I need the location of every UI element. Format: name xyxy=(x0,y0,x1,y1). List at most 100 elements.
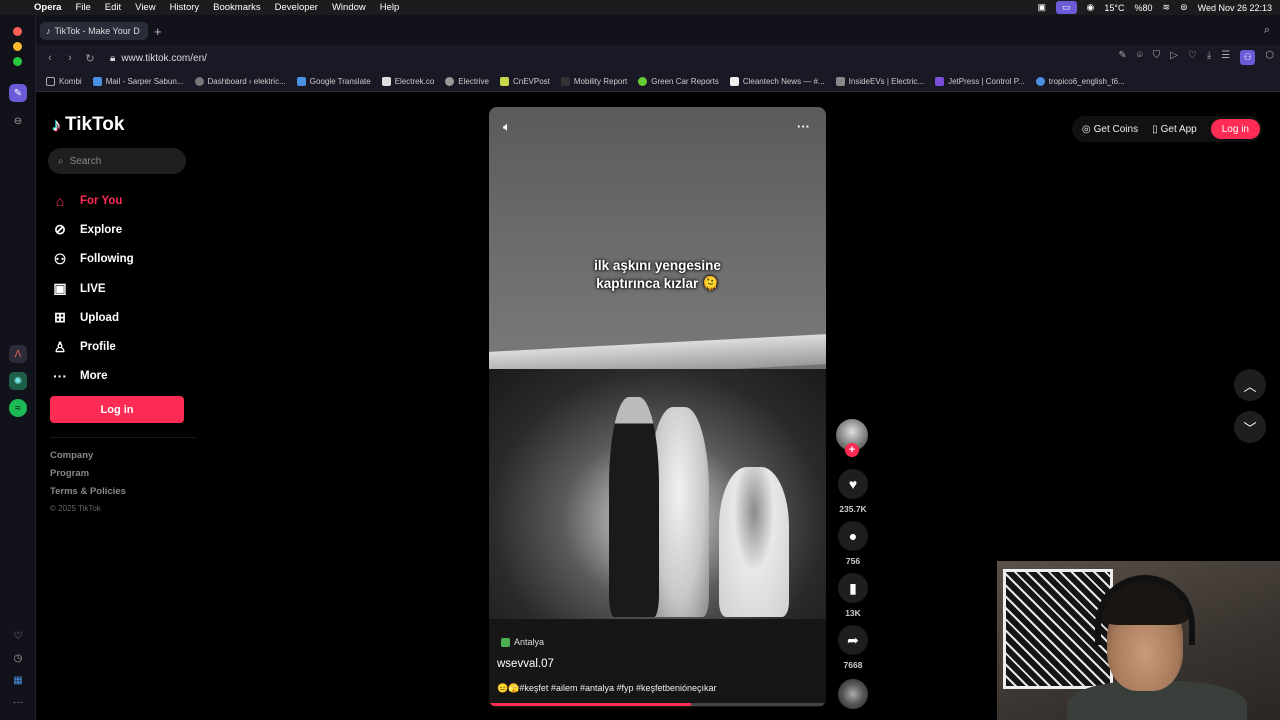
tiktok-logo[interactable]: ♪ TikTok xyxy=(52,114,124,136)
follow-plus-icon[interactable]: + xyxy=(845,443,859,457)
bookmark-item[interactable]: Mail - Sarper Sabun... xyxy=(92,76,184,86)
volume-icon[interactable]: 🔈︎ xyxy=(503,119,511,135)
bookmark-item[interactable]: Electrek.co xyxy=(381,76,434,86)
menu-bookmarks[interactable]: Bookmarks xyxy=(213,2,261,13)
bookmark-item[interactable]: Dashboard ‹ elektric... xyxy=(194,76,286,86)
car-icon[interactable]: ⊖ xyxy=(9,112,27,130)
sidebar-item-profile[interactable]: ♙ Profile xyxy=(52,332,134,361)
sidebar-item-more[interactable]: ··· More xyxy=(52,362,134,391)
menu-app-name[interactable]: Opera xyxy=(34,2,61,13)
bookmarks-bar: Kombi Mail - Sarper Sabun... Dashboard ‹… xyxy=(36,71,1280,92)
share-icon[interactable]: ➦ xyxy=(838,625,868,655)
bookmark-item[interactable]: Electrive xyxy=(445,76,489,86)
sidebar-item-following[interactable]: ⚇ Following xyxy=(52,245,134,274)
more-icon[interactable]: ··· xyxy=(9,693,27,711)
history-icon[interactable]: ◷ xyxy=(9,649,27,667)
bookmark-item[interactable]: Mobility Report xyxy=(560,76,627,86)
screen-record-icon[interactable]: ▭ xyxy=(1056,1,1077,14)
clock-text[interactable]: Wed Nov 26 22:13 xyxy=(1198,3,1272,13)
sidebar-item-live[interactable]: ▣ LIVE xyxy=(52,274,134,303)
new-tab-button[interactable]: + xyxy=(154,24,162,39)
tab-tiktok[interactable]: ♪ TikTok - Make Your D xyxy=(40,22,148,40)
settings-icon[interactable]: ⬡ xyxy=(1265,50,1274,65)
forward-button[interactable]: › xyxy=(60,52,80,64)
bookmark-item[interactable]: JetPress | Control P... xyxy=(935,76,1025,86)
bookmark-icon[interactable]: ▮ xyxy=(838,573,868,603)
zoom-window-button[interactable] xyxy=(13,57,22,66)
header-login-button[interactable]: Log in xyxy=(1210,119,1260,139)
toggle-icon[interactable]: ⊜ xyxy=(1180,2,1188,13)
next-video-button[interactable]: ﹀ xyxy=(1234,411,1266,443)
edit-icon[interactable]: ✎ xyxy=(1118,50,1126,65)
bookmark-item[interactable]: Kombi xyxy=(46,76,82,86)
video-more-icon[interactable]: ··· xyxy=(797,119,810,134)
footer-terms-link[interactable]: Terms & Policies xyxy=(50,486,126,504)
bookmark-item[interactable]: Cleantech News — #... xyxy=(729,76,825,86)
home-icon: ⌂ xyxy=(55,192,65,209)
shield-icon[interactable]: ⛉ xyxy=(1153,50,1161,65)
play-icon[interactable]: ▷ xyxy=(1170,50,1178,65)
sidebar-divider xyxy=(50,437,196,438)
battery-text[interactable]: %80 xyxy=(1135,3,1153,13)
upload-plus-icon: ⊞ xyxy=(54,309,66,326)
profile-icon[interactable]: ⚇ xyxy=(1240,50,1256,65)
share-action[interactable]: ➦ 7668 xyxy=(836,625,870,670)
like-action[interactable]: ♥ 235.7K xyxy=(836,469,870,514)
menu-icon[interactable]: ☰ xyxy=(1221,50,1230,65)
menu-file[interactable]: File xyxy=(75,2,90,13)
sidebar-item-for-you[interactable]: ⌂ For You xyxy=(52,186,134,215)
chatgpt-icon[interactable]: ✺ xyxy=(9,372,27,390)
aria-icon[interactable]: ✎ xyxy=(9,84,27,102)
video-player[interactable]: 🔈︎ ··· ilk aşkını yengesine kaptırınca k… xyxy=(489,107,826,707)
heart-icon[interactable]: ♥ xyxy=(838,469,868,499)
search-placeholder: Search xyxy=(69,155,102,167)
menu-view[interactable]: View xyxy=(135,2,155,13)
tab-search-icon[interactable]: ⌕ xyxy=(1264,24,1270,37)
heart-icon[interactable]: ♡ xyxy=(9,627,27,645)
footer-company-link[interactable]: Company xyxy=(50,450,126,468)
footer-program-link[interactable]: Program xyxy=(50,468,126,486)
heart-icon[interactable]: ♡ xyxy=(1188,50,1197,65)
wifi-icon[interactable]: ≋ xyxy=(1163,2,1171,13)
app-icon[interactable]: Ʌ xyxy=(9,345,27,363)
sidebar-footer: Company Program Terms & Policies © 2025 … xyxy=(50,450,126,522)
minimize-window-button[interactable] xyxy=(13,42,22,51)
url-field[interactable]: 🔒︎ www.tiktok.com/en/ xyxy=(110,53,207,64)
save-action[interactable]: ▮ 13K xyxy=(836,573,870,618)
weather-text[interactable]: 15°C xyxy=(1104,3,1124,13)
control-center-icon[interactable]: ▣ xyxy=(1038,2,1047,13)
reload-button[interactable]: ↻ xyxy=(80,52,100,65)
sidebar-item-explore[interactable]: ⊘ Explore xyxy=(52,215,134,244)
play-icon[interactable]: ◉ xyxy=(1087,2,1095,13)
creator-avatar[interactable]: + xyxy=(836,419,868,457)
search-input[interactable]: ⌕ Search xyxy=(48,148,186,174)
menu-window[interactable]: Window xyxy=(332,2,366,13)
menu-edit[interactable]: Edit xyxy=(105,2,121,13)
bookmark-item[interactable]: tropico6_english_t6... xyxy=(1035,76,1125,86)
comment-action[interactable]: ● 756 xyxy=(836,521,870,566)
spotify-icon[interactable]: ≈ xyxy=(9,399,27,417)
bookmark-item[interactable]: CnEVPost xyxy=(499,76,550,86)
menu-developer[interactable]: Developer xyxy=(275,2,318,13)
bookmark-item[interactable]: InsideEVs | Electric... xyxy=(835,76,924,86)
video-author[interactable]: wsevval.07 xyxy=(497,658,554,670)
location-tag[interactable]: Antalya xyxy=(501,637,544,647)
bookmark-item[interactable]: Google Translate xyxy=(296,76,371,86)
menu-help[interactable]: Help xyxy=(380,2,400,13)
back-button[interactable]: ‹ xyxy=(40,52,60,64)
close-window-button[interactable] xyxy=(13,27,22,36)
download-icon[interactable]: ⤓ xyxy=(1207,50,1211,65)
music-disc-icon[interactable] xyxy=(838,679,868,709)
get-coins-button[interactable]: ◎ Get Coins xyxy=(1082,124,1138,135)
bookmark-item[interactable]: Green Car Reports xyxy=(638,76,719,86)
previous-video-button[interactable]: ︿ xyxy=(1234,369,1266,401)
extension-icon[interactable]: ▦ xyxy=(9,671,27,689)
menu-history[interactable]: History xyxy=(170,2,200,13)
webcam-overlay xyxy=(997,561,1280,720)
sidebar-login-button[interactable]: Log in xyxy=(50,396,184,423)
sidebar-item-upload[interactable]: ⊞ Upload xyxy=(52,303,134,332)
get-app-button[interactable]: ▯ Get App xyxy=(1152,124,1197,135)
comment-icon[interactable]: ● xyxy=(838,521,868,551)
camera-icon[interactable]: ⌾ xyxy=(1137,50,1143,65)
video-progress-bar[interactable] xyxy=(489,703,826,706)
